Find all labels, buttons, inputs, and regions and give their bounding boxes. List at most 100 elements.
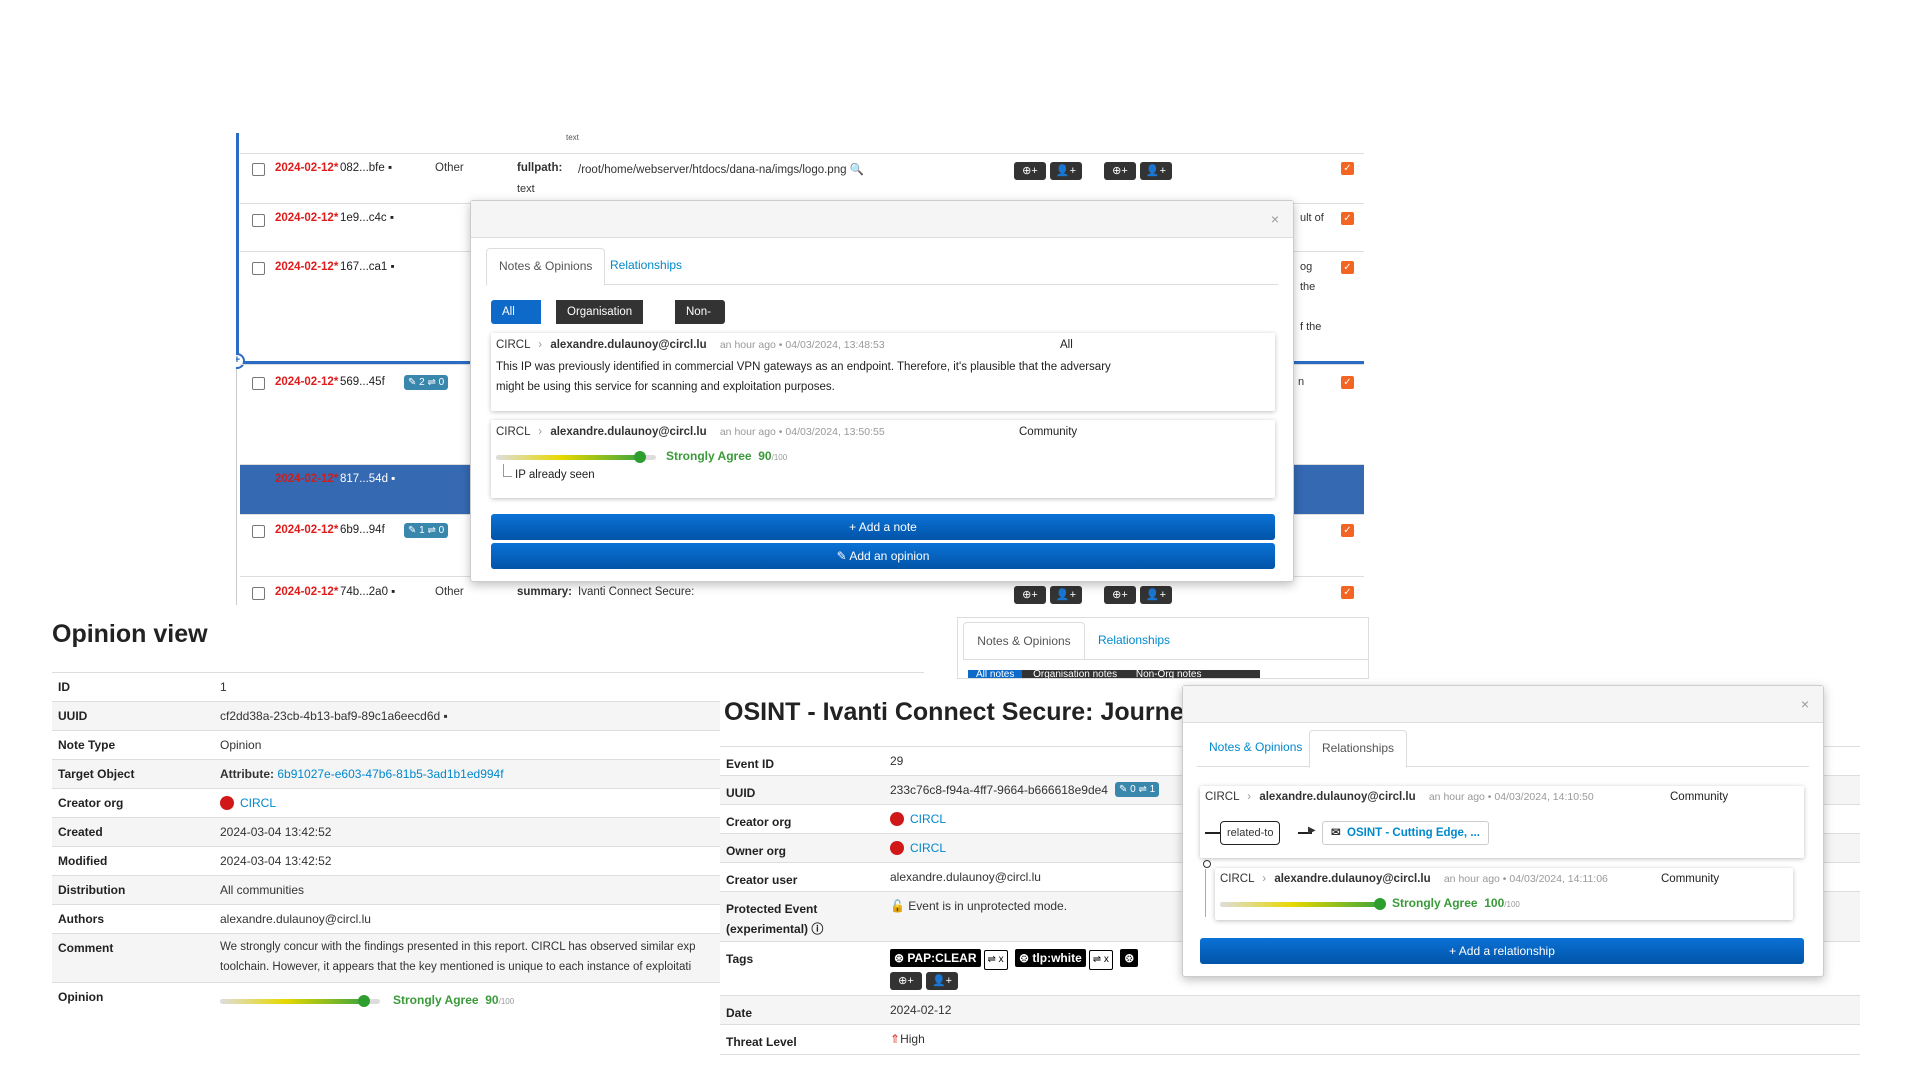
- add-note-button[interactable]: + Add a note: [491, 514, 1275, 540]
- note-org: CIRCL: [1220, 873, 1255, 885]
- opinion-label: Strongly Agree 100/100: [1392, 896, 1520, 910]
- event-title: OSINT - Ivanti Connect Secure: Journe: [724, 698, 1184, 726]
- target-object-link[interactable]: 6b91027e-e603-47b6-81b5-3ad1b1ed994f: [277, 767, 503, 781]
- field-label: Comment: [58, 941, 114, 955]
- filter-all-notes[interactable]: All notes: [491, 300, 542, 342]
- notes-relationships-badge[interactable]: ✎ 2 ⇌ 0: [404, 375, 449, 390]
- tag-partial[interactable]: ⊛: [1120, 949, 1139, 967]
- attr-uuid[interactable]: 082...bfe ▪: [340, 162, 392, 174]
- attr-uuid[interactable]: 167...ca1 ▪: [340, 261, 395, 273]
- chevron-right-icon: ›: [538, 426, 543, 438]
- tag-tlp-white[interactable]: ⊛ tlp:white: [1015, 949, 1086, 967]
- note-author: alexandre.dulaunoy@circl.lu: [1259, 791, 1416, 803]
- tab-notes-opinions[interactable]: Notes & Opinions: [963, 622, 1085, 660]
- add-galaxy-button[interactable]: ⊕+: [1014, 162, 1046, 180]
- org-logo-icon: [890, 812, 904, 826]
- tag-pap-clear[interactable]: ⊛ PAP:CLEAR: [890, 949, 981, 967]
- opinion-comment: IP already seen: [515, 469, 595, 481]
- popover-tabs: Notes & Opinions Relationships: [486, 248, 1278, 286]
- close-icon[interactable]: ×: [1271, 211, 1279, 227]
- add-galaxy-button[interactable]: ⊕+: [1014, 586, 1046, 604]
- tab-relationships[interactable]: Relationships: [598, 248, 694, 283]
- thread-line: [1205, 869, 1206, 917]
- creator-org: CIRCL: [220, 796, 276, 810]
- org-link[interactable]: CIRCL: [910, 841, 946, 855]
- tag-remove-button[interactable]: ⇌ x: [1088, 950, 1113, 970]
- filter-all-notes[interactable]: All notes: [968, 670, 1023, 678]
- tab-relationships[interactable]: Relationships: [1309, 730, 1408, 768]
- field-label: UUID: [58, 709, 88, 723]
- row-checkbox[interactable]: [252, 214, 265, 227]
- notes-filter-group: All notes Organisation notes Non-Org not…: [968, 670, 1260, 678]
- attr-value-tail: n: [1298, 376, 1305, 388]
- add-galaxy-button[interactable]: ⊕+: [1104, 586, 1136, 604]
- note-time: an hour ago • 04/03/2024, 13:50:55: [719, 426, 885, 438]
- filter-organisation-notes[interactable]: Organisation notes: [556, 300, 644, 342]
- add-relationship-button[interactable]: + Add a relationship: [1200, 938, 1804, 964]
- row-checkbox[interactable]: [252, 163, 265, 176]
- ids-checkbox[interactable]: ✓: [1341, 376, 1354, 389]
- attr-value[interactable]: /root/home/webserver/htdocs/dana-na/imgs…: [578, 162, 864, 176]
- ids-checkbox[interactable]: ✓: [1341, 261, 1354, 274]
- tab-notes-opinions[interactable]: Notes & Opinions: [486, 248, 606, 286]
- opinion-label: Strongly Agree 90/100: [666, 449, 788, 463]
- attr-value-tail: f the: [1300, 321, 1322, 333]
- close-icon[interactable]: ×: [1801, 696, 1809, 712]
- ids-checkbox[interactable]: ✓: [1341, 212, 1354, 225]
- note-author: alexandre.dulaunoy@circl.lu: [1274, 873, 1431, 885]
- attr-uuid[interactable]: 74b...2a0 ▪: [340, 586, 395, 598]
- table-row[interactable]: 2024-02-12* 082...bfe ▪ Other fullpath: …: [240, 153, 1364, 204]
- add-user-button[interactable]: 👤+: [926, 972, 958, 990]
- field-label: Owner org: [726, 844, 787, 858]
- add-opinion-button[interactable]: ✎ Add an opinion: [491, 543, 1275, 569]
- add-galaxy-button[interactable]: ⊕+: [890, 972, 922, 990]
- tab-relationships[interactable]: Relationships: [1098, 622, 1170, 658]
- note-author: alexandre.dulaunoy@circl.lu: [550, 339, 707, 351]
- note-card: CIRCL › alexandre.dulaunoy@circl.lu an h…: [491, 333, 1275, 411]
- filter-non-org-notes[interactable]: Non-Org notes: [1128, 670, 1210, 678]
- collapse-icon[interactable]: [1203, 860, 1211, 868]
- row-checkbox[interactable]: [252, 525, 265, 538]
- copy-icon[interactable]: ▪: [444, 709, 448, 723]
- add-user-button[interactable]: 👤+: [1050, 162, 1082, 180]
- note-header: CIRCL › alexandre.dulaunoy@circl.lu an h…: [1220, 873, 1608, 885]
- notes-popover-background: Notes & Opinions Relationships All notes…: [957, 617, 1369, 679]
- add-user-button[interactable]: 👤+: [1140, 162, 1172, 180]
- field-label: Protected Event (experimental) ⓘ: [726, 902, 824, 936]
- attr-uuid[interactable]: 1e9...c4c ▪: [340, 212, 394, 224]
- add-galaxy-button[interactable]: ⊕+: [1104, 162, 1136, 180]
- notes-relationships-badge[interactable]: ✎ 0 ⇌ 1: [1115, 782, 1160, 797]
- filter-organisation-notes[interactable]: Organisation notes: [1025, 670, 1125, 678]
- field-label: Authors: [58, 912, 104, 926]
- attr-type: fullpath:: [517, 162, 563, 174]
- tab-notes-opinions[interactable]: Notes & Opinions: [1197, 730, 1314, 765]
- row-checkbox[interactable]: [252, 587, 265, 600]
- field-value: alexandre.dulaunoy@circl.lu: [890, 870, 1041, 884]
- tag-remove-button[interactable]: ⇌ x: [983, 950, 1008, 970]
- relationship-target[interactable]: ✉ OSINT - Cutting Edge, ...: [1322, 821, 1489, 845]
- ids-checkbox[interactable]: ✓: [1341, 524, 1354, 537]
- detail-row: Date 2024-02-12: [720, 995, 1860, 1025]
- notes-relationships-badge[interactable]: ✎ 1 ⇌ 0: [404, 523, 449, 538]
- search-icon[interactable]: 🔍: [850, 164, 864, 176]
- attr-type: summary:: [517, 586, 572, 598]
- org-link[interactable]: CIRCL: [910, 812, 946, 826]
- row-checkbox[interactable]: [252, 262, 265, 275]
- attr-uuid[interactable]: 6b9...94f: [340, 524, 385, 536]
- info-icon[interactable]: ⓘ: [811, 922, 823, 936]
- attr-uuid[interactable]: 817...54d ▪: [340, 473, 395, 485]
- org-link[interactable]: CIRCL: [240, 796, 276, 810]
- opinion-fill: [220, 999, 364, 1004]
- uuid-value[interactable]: cf2dd38a-23cb-4b13-baf9-89c1a6eecd6d ▪: [220, 709, 448, 723]
- chevron-right-icon: ›: [1262, 873, 1267, 885]
- filter-non-org-notes[interactable]: Non-Org notes: [675, 300, 726, 366]
- attr-value-tail: ult of: [1300, 212, 1324, 224]
- ids-checkbox[interactable]: ✓: [1341, 586, 1354, 599]
- ids-checkbox[interactable]: ✓: [1341, 162, 1354, 175]
- protected-status: 🔓 Event is in unprotected mode.: [890, 899, 1068, 913]
- field-label: Creator org: [58, 796, 124, 810]
- attr-uuid[interactable]: 569...45f: [340, 376, 385, 388]
- add-user-button[interactable]: 👤+: [1140, 586, 1172, 604]
- add-user-button[interactable]: 👤+: [1050, 586, 1082, 604]
- row-checkbox[interactable]: [252, 377, 265, 390]
